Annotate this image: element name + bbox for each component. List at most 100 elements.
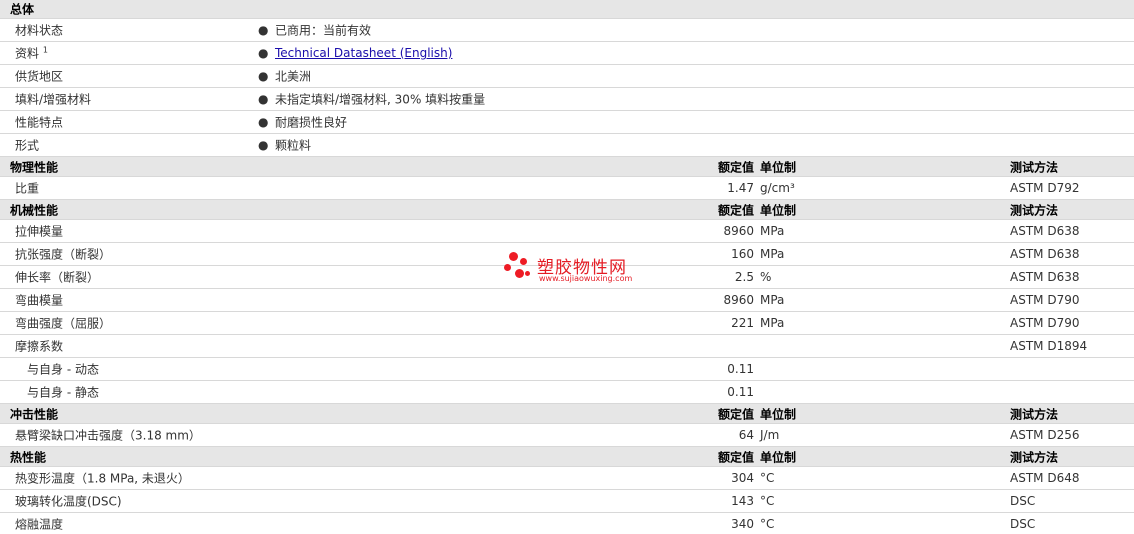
row-value: 64	[738, 428, 754, 442]
table-row: 熔融温度 340 °C DSC	[0, 513, 1134, 534]
row-label: 性能特点	[15, 115, 64, 130]
row-label: 资料 1	[15, 45, 48, 61]
row-value: 8960	[723, 224, 754, 238]
row-value: 8960	[723, 293, 754, 307]
row-label: 拉伸模量	[15, 224, 64, 239]
column-header-unit: 单位制	[760, 407, 797, 421]
row-value: 耐磨损性良好	[275, 115, 348, 130]
row-label: 摩擦系数	[15, 339, 64, 354]
row-unit: °C	[760, 516, 775, 531]
column-header-nominal: 额定值	[717, 203, 754, 217]
column-header-unit: 单位制	[760, 450, 797, 464]
watermark-logo: 塑胶物性网 www.sujiaowuxing.com	[503, 250, 643, 290]
bullet-icon: ●	[258, 115, 269, 129]
row-method: ASTM D648	[1010, 471, 1080, 485]
table-row: 玻璃转化温度(DSC) 143 °C DSC	[0, 490, 1134, 513]
row-unit: %	[760, 270, 772, 284]
row-label: 材料状态	[15, 23, 64, 38]
row-unit: °C	[760, 471, 775, 485]
row-value: 143	[731, 494, 754, 508]
bullet-icon: ●	[258, 46, 269, 60]
column-header-method: 测试方法	[1010, 160, 1059, 174]
logo-dots-icon	[504, 264, 511, 271]
row-method: DSC	[1010, 494, 1036, 508]
logo-dots-icon	[525, 271, 530, 276]
table-row: 与自身 - 静态 0.11	[0, 381, 1134, 404]
row-unit: MPa	[760, 247, 785, 261]
row-value: 0.11	[727, 385, 754, 399]
section-header-general: 总体	[0, 0, 1134, 19]
row-method: ASTM D256	[1010, 428, 1080, 442]
bullet-icon: ●	[258, 23, 269, 37]
section-title: 冲击性能	[10, 407, 59, 421]
column-header-nominal: 额定值	[717, 450, 754, 464]
logo-dots-icon	[515, 269, 524, 278]
row-method: ASTM D792	[1010, 181, 1080, 195]
section-title: 物理性能	[10, 160, 59, 174]
section-header-physical: 物理性能 额定值 单位制 测试方法	[0, 157, 1134, 177]
row-label: 弯曲强度（屈服）	[15, 316, 112, 331]
row-label: 与自身 - 静态	[27, 385, 99, 400]
table-row: 拉伸模量 8960 MPa ASTM D638	[0, 220, 1134, 243]
column-header-unit: 单位制	[760, 203, 797, 217]
row-label: 抗张强度（断裂）	[15, 247, 112, 262]
row-value: 北美洲	[275, 69, 312, 84]
row-unit: MPa	[760, 224, 785, 238]
section-header-impact: 冲击性能 额定值 单位制 测试方法	[0, 404, 1134, 424]
row-label: 熔融温度	[15, 517, 64, 531]
section-title: 总体	[10, 2, 35, 17]
row-value: 340	[731, 516, 754, 531]
table-row: 填料/增强材料 ● 未指定填料/增强材料, 30% 填料按重量	[0, 88, 1134, 111]
datasheet-link[interactable]: Technical Datasheet (English)	[275, 46, 452, 60]
row-method: ASTM D790	[1010, 316, 1080, 330]
row-label: 形式	[15, 138, 40, 153]
row-label: 与自身 - 动态	[27, 362, 99, 377]
logo-dots-icon	[520, 258, 527, 265]
table-row: 与自身 - 动态 0.11	[0, 358, 1134, 381]
table-row: 弯曲模量 8960 MPa ASTM D790	[0, 289, 1134, 312]
bullet-icon: ●	[258, 69, 269, 83]
row-method: ASTM D790	[1010, 293, 1080, 307]
section-title: 热性能	[10, 450, 47, 464]
row-label: 悬臂梁缺口冲击强度（3.18 mm）	[15, 428, 201, 443]
table-row: 弯曲强度（屈服） 221 MPa ASTM D790	[0, 312, 1134, 335]
row-value: 0.11	[727, 362, 754, 376]
footnote-marker: 1	[42, 45, 48, 55]
table-row: 形式 ● 颗粒料	[0, 134, 1134, 157]
row-label: 伸长率（断裂）	[15, 270, 100, 285]
row-unit: J/m	[760, 428, 780, 442]
row-label: 玻璃转化温度(DSC)	[15, 494, 122, 509]
row-value: 未指定填料/增强材料, 30% 填料按重量	[275, 92, 486, 107]
row-label: 弯曲模量	[15, 293, 64, 308]
row-value: 221	[731, 316, 754, 330]
watermark-url: www.sujiaowuxing.com	[539, 274, 633, 283]
table-row: 性能特点 ● 耐磨损性良好	[0, 111, 1134, 134]
section-header-mechanical: 机械性能 额定值 单位制 测试方法	[0, 200, 1134, 220]
row-value: 已商用：当前有效	[275, 23, 372, 38]
row-label: 供货地区	[15, 69, 64, 84]
table-row: 材料状态 ● 已商用：当前有效	[0, 19, 1134, 42]
column-header-nominal: 额定值	[717, 407, 754, 421]
row-value: 304	[731, 471, 754, 485]
row-unit: MPa	[760, 316, 785, 330]
column-header-method: 测试方法	[1010, 203, 1059, 217]
table-row: 热变形温度（1.8 MPa, 未退火） 304 °C ASTM D648	[0, 467, 1134, 490]
row-unit: °C	[760, 494, 775, 508]
row-method: ASTM D638	[1010, 270, 1080, 284]
row-label: 热变形温度（1.8 MPa, 未退火）	[15, 471, 190, 486]
row-value: 160	[731, 247, 754, 261]
row-value: 颗粒料	[275, 138, 312, 153]
row-method: DSC	[1010, 516, 1036, 531]
table-row: 摩擦系数 ASTM D1894	[0, 335, 1134, 358]
logo-dots-icon	[509, 252, 518, 261]
table-row: 供货地区 ● 北美洲	[0, 65, 1134, 88]
row-value: 1.47	[727, 181, 754, 195]
row-label: 比重	[15, 181, 40, 196]
bullet-icon: ●	[258, 138, 269, 152]
table-row: 悬臂梁缺口冲击强度（3.18 mm） 64 J/m ASTM D256	[0, 424, 1134, 447]
row-method: ASTM D638	[1010, 224, 1080, 238]
row-unit: MPa	[760, 293, 785, 307]
table-row: 比重 1.47 g/cm³ ASTM D792	[0, 177, 1134, 200]
row-method: ASTM D1894	[1010, 339, 1088, 353]
table-row: 资料 1 ● Technical Datasheet (English)	[0, 42, 1134, 65]
